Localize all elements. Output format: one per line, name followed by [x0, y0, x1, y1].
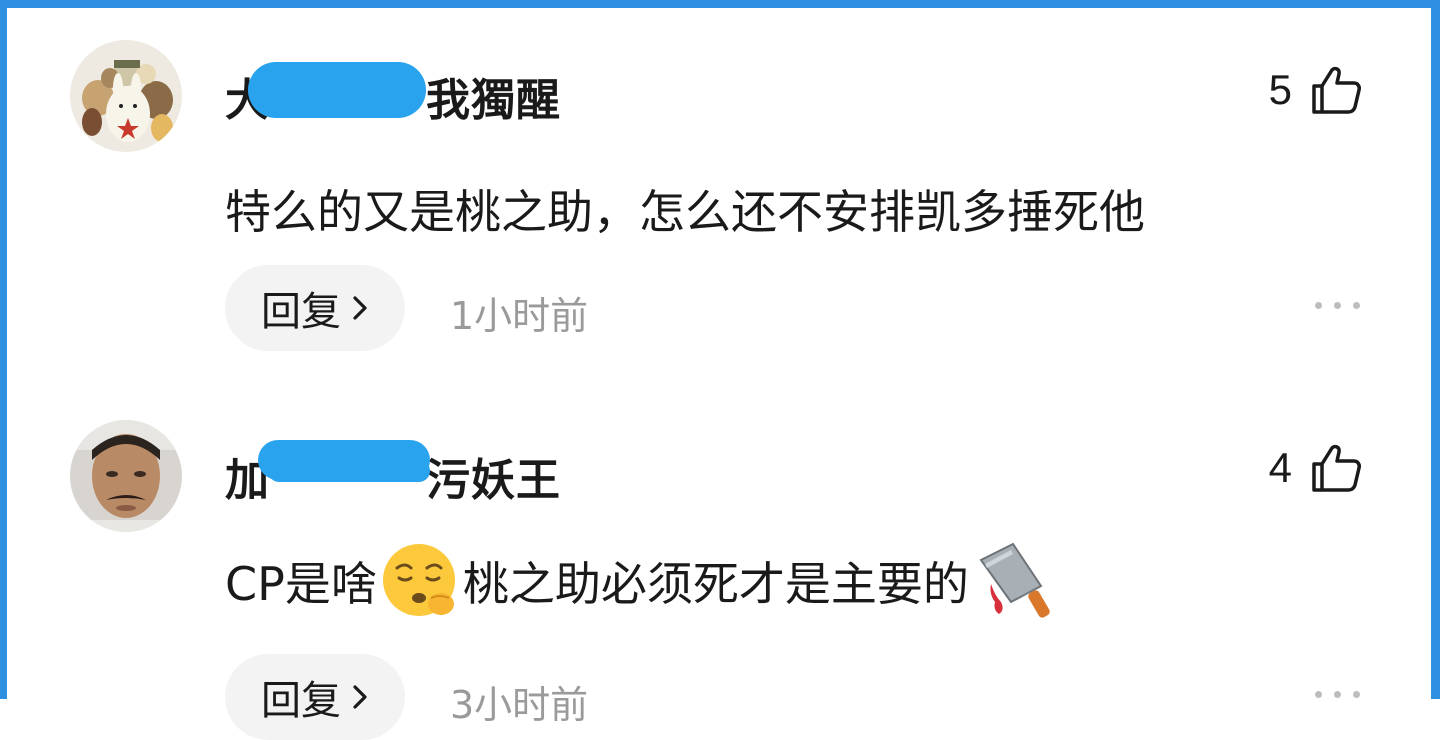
like-button[interactable]: 5 [1269, 64, 1362, 116]
like-count: 5 [1268, 66, 1292, 113]
user-avatar[interactable] [70, 40, 182, 152]
thumbs-up-icon [1312, 66, 1361, 114]
reply-label: 回复 [261, 289, 341, 335]
comment-text: 特么的又是桃之助，怎么还不安排凯多捶死他 [225, 185, 1145, 239]
cartoon-group-avatar-image [70, 40, 182, 152]
more-dot [1334, 691, 1341, 698]
comment-text: CP是啥 桃之助必须死才是主要的 [225, 540, 1055, 622]
timestamp: 3小时前 [450, 683, 589, 727]
comment-text-after: 桃之助必须死才是主要的 [462, 557, 969, 611]
redaction-mark [248, 62, 426, 118]
thinking-face-emoji-icon [382, 544, 455, 616]
like-button[interactable]: 4 [1269, 442, 1362, 494]
more-dot [1315, 302, 1322, 309]
chevron-right-icon [353, 685, 367, 709]
reply-button[interactable]: 回复 [225, 654, 405, 740]
more-options-button[interactable] [1315, 691, 1360, 698]
reply-button[interactable]: 回复 [225, 265, 405, 351]
cleaver-knife-emoji-icon [979, 542, 1050, 618]
comment-text-before: CP是啥 [225, 557, 377, 611]
user-avatar[interactable] [70, 420, 182, 532]
reply-label: 回复 [261, 678, 341, 724]
username-suffix: 污妖王 [426, 455, 561, 506]
more-dot [1315, 691, 1322, 698]
more-options-button[interactable] [1315, 302, 1360, 309]
more-dot [1334, 302, 1341, 309]
man-photo-avatar-image [70, 420, 182, 532]
redaction-mark [268, 460, 430, 482]
chevron-right-icon [353, 296, 367, 320]
username-suffix: 我獨醒 [426, 75, 561, 126]
timestamp: 1小时前 [450, 294, 589, 338]
thumbs-up-icon [1312, 444, 1361, 492]
more-dot [1353, 691, 1360, 698]
like-count: 4 [1268, 444, 1292, 491]
more-dot [1353, 302, 1360, 309]
